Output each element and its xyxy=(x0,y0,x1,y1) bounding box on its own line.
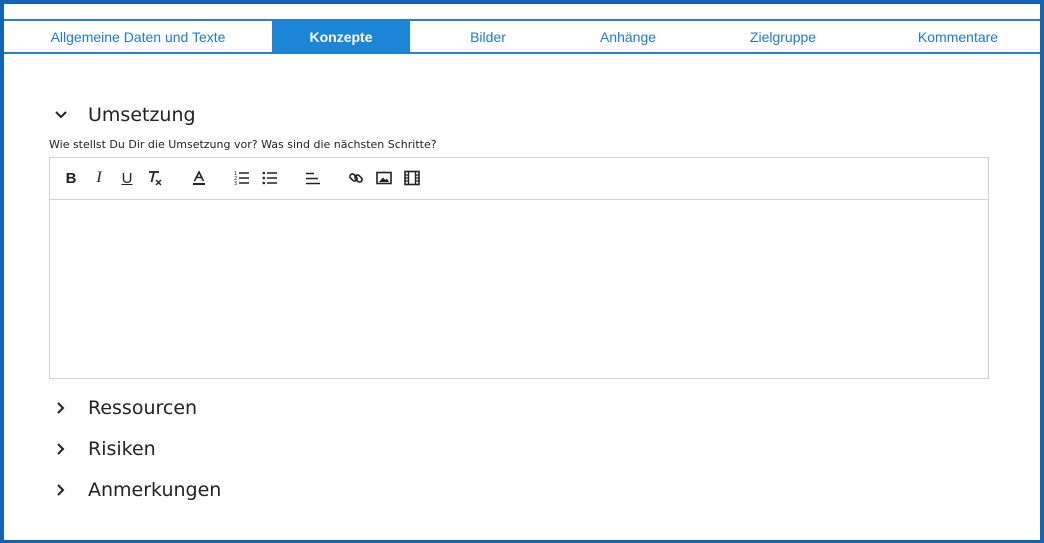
tab-bilder[interactable]: Bilder xyxy=(410,21,566,52)
section-title: Ressourcen xyxy=(88,397,198,419)
chevron-down-icon xyxy=(52,106,70,124)
text-color-icon[interactable] xyxy=(190,169,208,187)
tab-allgemeine-daten[interactable]: Allgemeine Daten und Texte xyxy=(4,21,272,52)
question-label: Wie stellst Du Dir die Umsetzung vor? Wa… xyxy=(49,138,437,151)
section-anmerkungen-header[interactable]: Anmerkungen xyxy=(52,479,221,501)
bullet-list-icon[interactable] xyxy=(261,169,279,187)
align-left-icon[interactable] xyxy=(304,169,322,187)
svg-text:3: 3 xyxy=(234,181,237,186)
clear-format-icon[interactable] xyxy=(146,169,164,187)
section-title: Anmerkungen xyxy=(88,479,222,501)
editor-text-area[interactable] xyxy=(50,200,988,379)
underline-icon[interactable]: U xyxy=(118,169,136,187)
tab-bar: Allgemeine Daten und Texte Konzepte Bild… xyxy=(4,21,1040,54)
tab-konzepte[interactable]: Konzepte xyxy=(272,21,410,52)
chevron-right-icon xyxy=(52,399,70,417)
video-icon[interactable] xyxy=(403,169,421,187)
bold-icon[interactable]: B xyxy=(62,169,80,187)
ordered-list-icon[interactable]: 1 2 3 xyxy=(233,169,251,187)
tab-kommentare[interactable]: Kommentare xyxy=(876,21,1040,52)
tab-anhaenge[interactable]: Anhänge xyxy=(566,21,690,52)
section-umsetzung-header[interactable]: Umsetzung xyxy=(52,104,196,126)
section-title: Umsetzung xyxy=(88,104,196,126)
section-ressourcen-header[interactable]: Ressourcen xyxy=(52,397,197,419)
image-icon[interactable] xyxy=(375,169,393,187)
section-risiken-header[interactable]: Risiken xyxy=(52,438,156,460)
tab-zielgruppe[interactable]: Zielgruppe xyxy=(690,21,876,52)
rich-text-editor: B I U 1 2 3 xyxy=(49,157,989,379)
chevron-right-icon xyxy=(52,481,70,499)
section-title: Risiken xyxy=(88,438,156,460)
editor-toolbar: B I U 1 2 3 xyxy=(50,158,988,200)
chevron-right-icon xyxy=(52,440,70,458)
link-icon[interactable] xyxy=(347,169,365,187)
italic-icon[interactable]: I xyxy=(90,169,108,187)
